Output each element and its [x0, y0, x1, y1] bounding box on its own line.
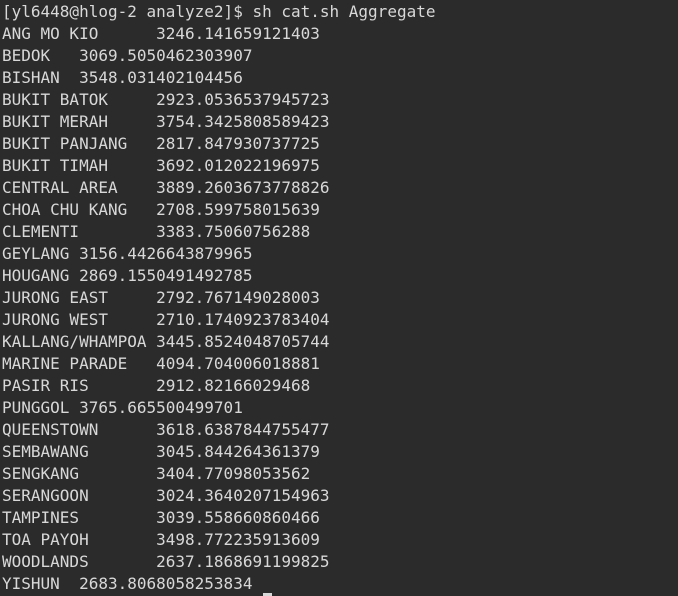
output-line: KALLANG/WHAMPOA 3445.8524048705744 — [2, 332, 330, 351]
output-line: CENTRAL AREA 3889.2603673778826 — [2, 178, 330, 197]
output-line: BISHAN 3548.031402104456 — [2, 68, 243, 87]
output-line: BUKIT BATOK 2923.0536537945723 — [2, 90, 330, 109]
output-line: SERANGOON 3024.3640207154963 — [2, 486, 330, 505]
output-line: BUKIT MERAH 3754.3425808589423 — [2, 112, 330, 131]
output-line: BUKIT TIMAH 3692.012022196975 — [2, 156, 320, 175]
command-line: [yl6448@hlog-2 analyze2]$ sh cat.sh Aggr… — [2, 1, 678, 23]
output-line: GEYLANG 3156.4426643879965 — [2, 244, 253, 263]
output-line: HOUGANG 2869.1550491492785 — [2, 266, 253, 285]
output-line: JURONG EAST 2792.767149028003 — [2, 288, 320, 307]
output-line: SEMBAWANG 3045.844264361379 — [2, 442, 320, 461]
output-line: TAMPINES 3039.558660860466 — [2, 508, 320, 527]
output-line: PASIR RIS 2912.82166029468 — [2, 376, 311, 395]
output-line: CLEMENTI 3383.75060756288 — [2, 222, 311, 241]
output-line: TOA PAYOH 3498.772235913609 — [2, 530, 320, 549]
command-text: sh cat.sh Aggregate — [252, 2, 436, 21]
output-line: QUEENSTOWN 3618.6387844755477 — [2, 420, 330, 439]
output-line: BEDOK 3069.5050462303907 — [2, 46, 253, 65]
output-line: ANG MO KIO 3246.141659121403 — [2, 24, 320, 43]
output-line: WOODLANDS 2637.1868691199825 — [2, 552, 330, 571]
shell-prompt: [yl6448@hlog-2 analyze2]$ — [2, 2, 253, 21]
output-line: PUNGGOL 3765.665500499701 — [2, 398, 243, 417]
output-line: JURONG WEST 2710.1740923783404 — [2, 310, 330, 329]
terminal-window[interactable]: [yl6448@hlog-2 analyze2]$ sh cat.sh Aggr… — [0, 0, 678, 596]
output-line: SENGKANG 3404.77098053562 — [2, 464, 311, 483]
output-line: MARINE PARADE 4094.704006018881 — [2, 354, 320, 373]
output-line: YISHUN 2683.8068058253834 — [2, 574, 253, 593]
output-line: CHOA CHU KANG 2708.599758015639 — [2, 200, 320, 219]
output-line: BUKIT PANJANG 2817.847930737725 — [2, 134, 320, 153]
